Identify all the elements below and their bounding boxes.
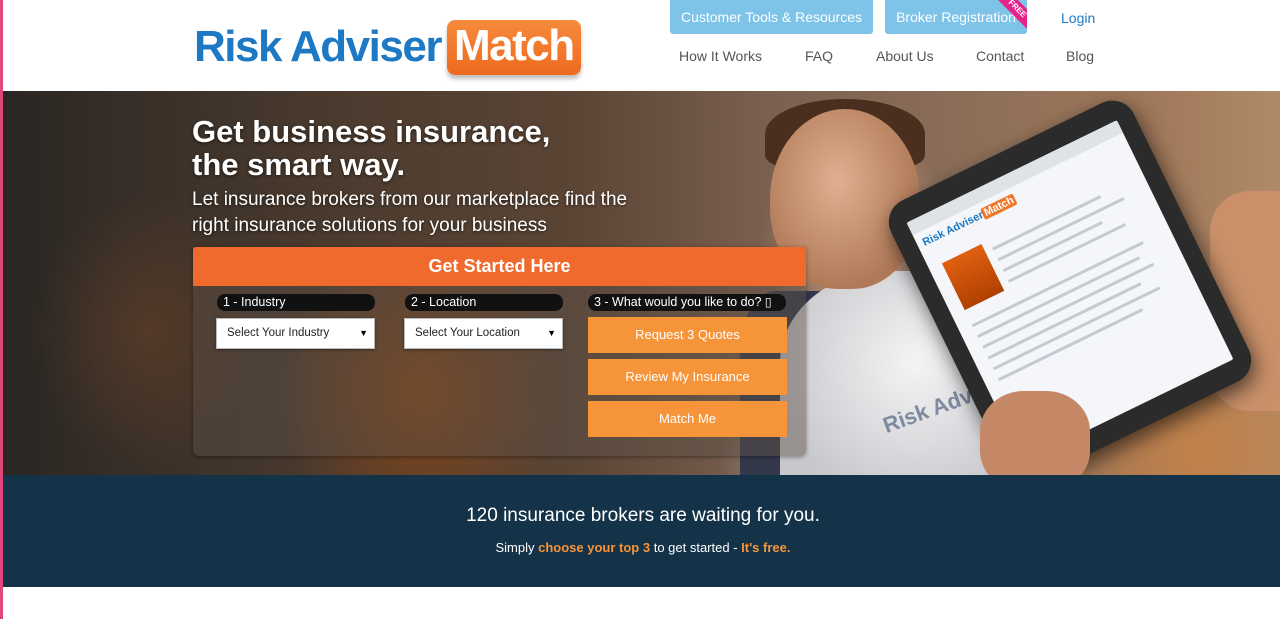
broker-registration-label: Broker Registration xyxy=(896,9,1016,25)
logo-text-risk-adviser: Risk Adviser xyxy=(194,22,442,71)
step3-label: 3 - What would you like to do? ▯ xyxy=(588,294,786,311)
get-started-form: Get Started Here 1 - Industry 2 - Locati… xyxy=(193,247,806,456)
nav-blog[interactable]: Blog xyxy=(1066,48,1094,64)
banner-sub-middle: to get started - xyxy=(650,540,742,555)
tablet-browser-bar xyxy=(906,120,1123,236)
hero-title-line1: Get business insurance, xyxy=(192,114,551,149)
nav-how-it-works[interactable]: How It Works xyxy=(679,48,762,64)
dropdown-arrow-icon: ▼ xyxy=(547,328,556,338)
review-insurance-button[interactable]: Review My Insurance xyxy=(588,359,787,395)
request-quotes-button[interactable]: Request 3 Quotes xyxy=(588,317,787,353)
banner-headline: 120 insurance brokers are waiting for yo… xyxy=(466,505,820,526)
dropdown-arrow-icon: ▼ xyxy=(359,328,368,338)
nav-contact[interactable]: Contact xyxy=(976,48,1024,64)
location-select-value: Select Your Location xyxy=(415,327,520,339)
banner-highlight-free: It's free. xyxy=(741,540,791,555)
tablet-profile-photo xyxy=(941,244,1005,311)
logo[interactable]: Risk Adviser Match xyxy=(194,18,581,76)
banner-subtext: Simply choose your top 3 to get started … xyxy=(0,540,1280,555)
location-select[interactable]: Select Your Location ▼ xyxy=(404,318,563,349)
login-link[interactable]: Login xyxy=(1061,10,1095,26)
match-me-button[interactable]: Match Me xyxy=(588,401,787,437)
form-header: Get Started Here xyxy=(193,247,806,286)
hero-title: Get business insurance, the smart way. xyxy=(192,115,550,181)
industry-select-value: Select Your Industry xyxy=(227,327,330,339)
nav-about-us[interactable]: About Us xyxy=(876,48,934,64)
hero-subtitle-line2: right insurance solutions for your busin… xyxy=(192,215,547,236)
logo-text-match: Match xyxy=(446,19,581,75)
site-header: Risk Adviser Match Customer Tools & Reso… xyxy=(0,0,1280,91)
broker-registration-button[interactable]: Broker Registration FREE xyxy=(885,0,1027,34)
hero-photo-hand-bottom xyxy=(980,391,1090,475)
nav-faq[interactable]: FAQ xyxy=(805,48,833,64)
left-edge-stripe xyxy=(0,0,3,619)
tablet-text-line xyxy=(1002,221,1103,273)
customer-tools-button[interactable]: Customer Tools & Resources xyxy=(670,0,873,34)
industry-select[interactable]: Select Your Industry ▼ xyxy=(216,318,375,349)
banner-highlight-top3: choose your top 3 xyxy=(538,540,651,555)
brokers-banner: 120 insurance brokers are waiting for yo… xyxy=(0,475,1280,587)
hero-title-line2: the smart way. xyxy=(192,147,406,182)
hero-subtitle: Let insurance brokers from our marketpla… xyxy=(192,187,627,239)
banner-sub-prefix: Simply xyxy=(495,540,539,555)
hero-section: Risk Adviser Risk AdviserMatch Get busin… xyxy=(0,91,1280,475)
step2-label: 2 - Location xyxy=(405,294,563,311)
hero-subtitle-line1: Let insurance brokers from our marketpla… xyxy=(192,189,628,210)
step1-label: 1 - Industry xyxy=(217,294,375,311)
